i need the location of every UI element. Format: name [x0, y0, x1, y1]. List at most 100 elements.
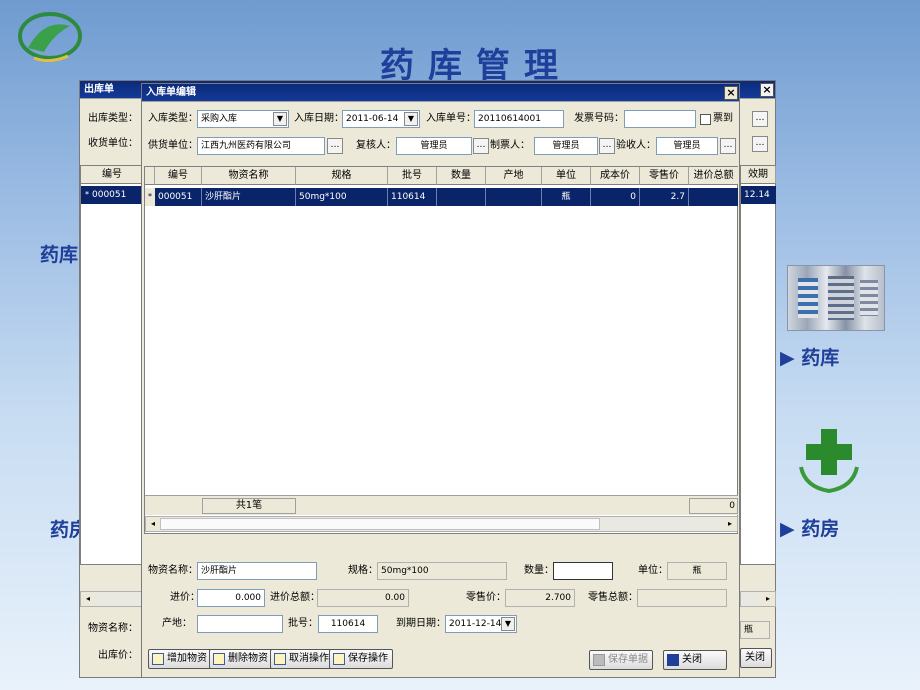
outbound-close-icon[interactable]: ×	[760, 83, 774, 97]
grid-col-origin[interactable]: 产地	[486, 167, 542, 185]
inbound-type-label: 入库类型：	[148, 113, 198, 124]
grid-col-spec[interactable]: 规格	[296, 167, 388, 185]
inspector-field[interactable]: 管理员	[656, 137, 718, 155]
invoice-number-label: 发票号码：	[574, 113, 624, 124]
batch-field[interactable]: 110614	[318, 615, 378, 633]
delete-document-icon	[213, 653, 225, 665]
grid-col-batch[interactable]: 批号	[388, 167, 437, 185]
grid-col-name[interactable]: 物资名称	[202, 167, 296, 185]
unit-label: 单位：	[638, 565, 668, 576]
save-document-button[interactable]: 保存单据	[589, 650, 653, 670]
retail-total-label: 零售总额：	[588, 592, 638, 603]
inbound-type-select[interactable]: 采购入库 ▼	[197, 110, 289, 128]
outbound-receiver-picker-button[interactable]: …	[752, 136, 768, 152]
scroll-left-icon[interactable]: ◂	[146, 517, 160, 531]
outbound-table-row[interactable]: * 000051	[81, 186, 144, 204]
save-disk-icon	[593, 654, 605, 666]
inbound-number-field[interactable]: 20110614001	[474, 110, 564, 128]
inbound-edit-window: 入库单编辑 × 入库类型： 采购入库 ▼ 入库日期： 2011-06-14 ▼ 入库…	[141, 83, 740, 678]
expiry-dropdown-icon[interactable]: ▼	[501, 617, 515, 631]
inbound-type-dropdown-icon[interactable]: ▼	[273, 112, 287, 126]
grid-col-total[interactable]: 进价总额	[689, 167, 738, 185]
inbound-date-dropdown-icon[interactable]: ▼	[404, 112, 418, 126]
in-price-label: 进价：	[170, 592, 200, 603]
add-material-button[interactable]: 增加物资	[148, 649, 212, 669]
inbound-date-picker[interactable]: 2011-06-14 ▼	[342, 110, 420, 128]
origin-field[interactable]	[197, 615, 283, 633]
invoice-number-field[interactable]	[624, 110, 696, 128]
reviewer-label: 复核人：	[356, 140, 396, 151]
close-button[interactable]: 关闭	[663, 650, 727, 670]
cell-name: 沙肝酯片	[202, 188, 296, 206]
outbound-close-button[interactable]: 关闭	[740, 648, 772, 668]
grid-horizontal-scrollbar[interactable]: ◂ ▸	[145, 516, 738, 532]
origin-label: 产地：	[162, 618, 192, 629]
outbound-col-expiry[interactable]: 效期	[741, 166, 776, 184]
table-row[interactable]: * 000051 沙肝酯片 50mg*100 110614 瓶 0 2.7	[145, 188, 738, 206]
side-label-right-warehouse: 药库	[801, 347, 840, 369]
in-total-label: 进价总额：	[270, 592, 320, 603]
in-total-field: 0.00	[317, 589, 409, 607]
save-document-icon	[333, 653, 345, 665]
supplier-field[interactable]: 江西九州医药有限公司	[197, 137, 325, 155]
inspector-label: 验收人：	[616, 140, 656, 151]
cell-qty	[437, 188, 486, 206]
scroll-thumb[interactable]	[160, 518, 600, 530]
outbound-type-label: 出库类型：	[88, 113, 138, 124]
reviewer-field[interactable]: 管理员	[396, 137, 472, 155]
cell-retail: 2.7	[640, 188, 689, 206]
row-indicator: *	[145, 188, 155, 206]
outbound-out-price-label: 出库价：	[98, 650, 138, 661]
invoice-arrived-checkbox[interactable]	[700, 114, 711, 125]
invoice-arrived-label: 票到	[713, 113, 733, 124]
retail-price-label: 零售价：	[466, 592, 506, 603]
quantity-field[interactable]	[553, 562, 613, 580]
cell-code: 000051	[155, 188, 202, 206]
maker-picker-button[interactable]: …	[599, 138, 615, 154]
inspector-picker-button[interactable]: …	[720, 138, 736, 154]
inbound-date-label: 入库日期：	[294, 113, 344, 124]
side-label-warehouse: 药库	[40, 244, 79, 266]
cancel-document-icon	[274, 653, 286, 665]
reviewer-picker-button[interactable]: …	[473, 138, 489, 154]
delete-material-button[interactable]: 删除物资	[209, 649, 273, 669]
medical-cross-icon	[799, 429, 859, 494]
side-label-right-pharmacy: 药房	[801, 518, 840, 540]
material-name-field[interactable]: 沙肝酯片	[197, 562, 317, 580]
outbound-type-picker-button[interactable]: …	[752, 111, 768, 127]
grid-col-unit[interactable]: 单位	[542, 167, 591, 185]
expiry-date-picker[interactable]: 2011-12-14 ▼	[445, 615, 517, 633]
expiry-date-label: 到期日期：	[396, 618, 446, 629]
grid-corner	[145, 167, 155, 185]
outbound-hscroll-right[interactable]: ▸	[740, 591, 776, 607]
unit-field: 瓶	[667, 562, 727, 580]
hospital-logo-icon	[18, 12, 82, 63]
outbound-grid: 编号 * 000051	[80, 165, 144, 565]
grid-footer-total: 0	[689, 498, 738, 514]
save-operation-button[interactable]: 保存操作	[329, 649, 393, 669]
grid-footer-count: 共1笔	[202, 498, 296, 514]
quantity-label: 数量：	[524, 565, 554, 576]
nav-arrow-warehouse: ▶ 药库	[780, 347, 840, 369]
outbound-row-expiry: 12.14	[741, 186, 776, 204]
grid-col-qty[interactable]: 数量	[437, 167, 486, 185]
inbound-window-titlebar: 入库单编辑	[142, 84, 739, 102]
outbound-col-code[interactable]: 编号	[81, 166, 144, 184]
inbound-close-icon[interactable]: ×	[724, 86, 738, 100]
outbound-hscroll-left[interactable]: ◂	[80, 591, 144, 607]
spec-label: 规格：	[348, 565, 378, 576]
supplier-label: 供货单位：	[148, 140, 198, 151]
spec-field: 50mg*100	[377, 562, 507, 580]
cancel-operation-button[interactable]: 取消操作	[270, 649, 334, 669]
outbound-receiver-label: 收货单位：	[88, 138, 138, 149]
grid-col-retail[interactable]: 零售价	[640, 167, 689, 185]
batch-label: 批号：	[288, 618, 318, 629]
grid-col-code[interactable]: 编号	[155, 167, 202, 185]
inbound-number-label: 入库单号：	[426, 113, 476, 124]
maker-field[interactable]: 管理员	[534, 137, 598, 155]
supplier-picker-button[interactable]: …	[327, 138, 343, 154]
scroll-right-icon[interactable]: ▸	[723, 517, 737, 531]
grid-col-cost[interactable]: 成本价	[591, 167, 640, 185]
in-price-field[interactable]: 0.000	[197, 589, 265, 607]
retail-price-field: 2.700	[505, 589, 575, 607]
